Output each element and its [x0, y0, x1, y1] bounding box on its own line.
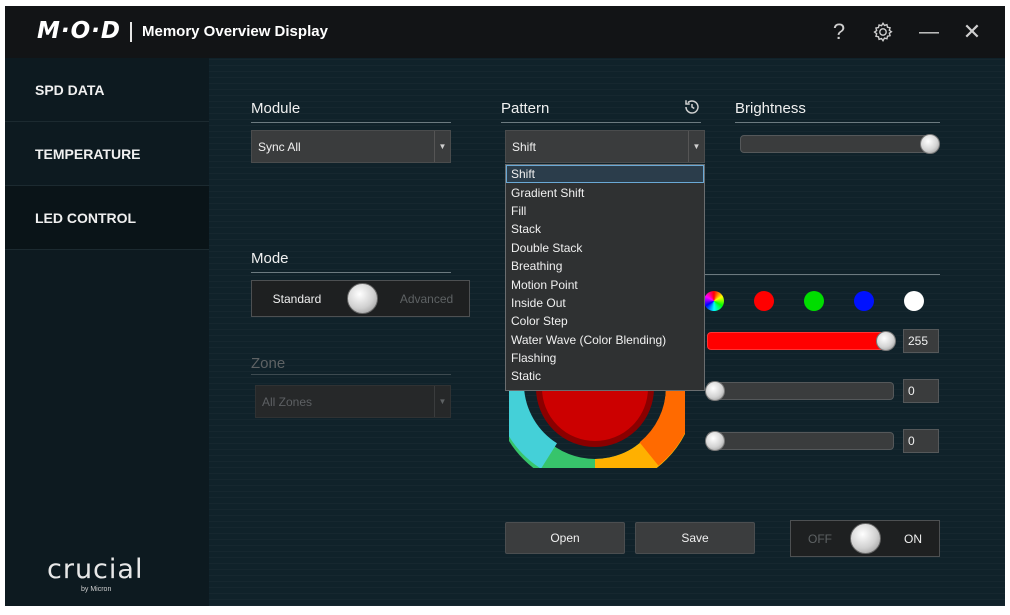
app-window: M·O·D Memory Overview Display ? — ✕ SPD …: [5, 6, 1005, 606]
crucial-logo-subtitle: by Micron: [81, 586, 112, 593]
pattern-option-breathing[interactable]: Breathing: [506, 257, 704, 275]
brightness-slider[interactable]: [740, 135, 935, 153]
white-swatch[interactable]: [904, 291, 924, 311]
pattern-option-inside-out[interactable]: Inside Out: [506, 294, 704, 312]
pattern-option-static[interactable]: Static: [506, 367, 704, 385]
pattern-option-stack[interactable]: Stack: [506, 220, 704, 238]
help-icon[interactable]: ?: [825, 18, 853, 46]
pattern-divider: [501, 122, 701, 123]
pattern-label: Pattern: [501, 100, 550, 117]
power-off-option[interactable]: OFF: [791, 521, 849, 556]
green-value-field[interactable]: 0: [903, 379, 939, 403]
pattern-option-water-wave[interactable]: Water Wave (Color Blending): [506, 331, 704, 349]
crucial-logo: crucial: [47, 554, 144, 585]
color-divider: [705, 274, 940, 275]
open-button[interactable]: Open: [505, 522, 625, 554]
zone-divider: [251, 374, 451, 375]
chevron-down-icon: ▼: [434, 131, 450, 162]
pattern-option-double-stack[interactable]: Double Stack: [506, 239, 704, 257]
history-icon[interactable]: [683, 98, 703, 118]
module-select-value: Sync All: [258, 139, 301, 154]
green-slider-handle[interactable]: [705, 381, 725, 401]
brightness-slider-handle[interactable]: [920, 134, 940, 154]
save-button[interactable]: Save: [635, 522, 755, 554]
red-slider-handle[interactable]: [876, 331, 896, 351]
blue-slider[interactable]: [707, 432, 894, 450]
red-value-field[interactable]: 255: [903, 329, 939, 353]
mode-label: Mode: [251, 250, 289, 267]
sidebar-item-label: LED CONTROL: [35, 209, 137, 226]
sidebar-item-label: TEMPERATURE: [35, 145, 141, 162]
sidebar-item-temperature[interactable]: TEMPERATURE: [5, 122, 209, 186]
close-icon[interactable]: ✕: [958, 18, 986, 46]
mode-standard-option[interactable]: Standard: [252, 281, 342, 316]
green-swatch[interactable]: [804, 291, 824, 311]
brightness-divider: [735, 122, 940, 123]
zone-select-value: All Zones: [262, 394, 313, 409]
pattern-option-motion-point[interactable]: Motion Point: [506, 275, 704, 293]
blue-slider-handle[interactable]: [705, 431, 725, 451]
module-select[interactable]: Sync All ▼: [251, 130, 451, 163]
zone-select[interactable]: All Zones ▼: [255, 385, 451, 418]
minimize-icon[interactable]: —: [915, 18, 943, 46]
title-separator: [130, 22, 132, 42]
app-title: Memory Overview Display: [142, 23, 328, 40]
chevron-down-icon: ▼: [688, 131, 704, 162]
sidebar-item-spd-data[interactable]: SPD DATA: [5, 58, 209, 122]
red-swatch[interactable]: [754, 291, 774, 311]
pattern-option-color-step[interactable]: Color Step: [506, 312, 704, 330]
mode-toggle-handle[interactable]: [347, 283, 378, 314]
pattern-option-fill[interactable]: Fill: [506, 202, 704, 220]
brightness-label: Brightness: [735, 100, 806, 117]
mode-advanced-option[interactable]: Advanced: [382, 281, 471, 316]
gear-icon[interactable]: [869, 18, 897, 46]
chevron-down-icon: ▼: [434, 386, 450, 417]
sidebar-item-led-control[interactable]: LED CONTROL: [5, 186, 209, 250]
pattern-select[interactable]: Shift ▼: [505, 130, 705, 163]
blue-value-field[interactable]: 0: [903, 429, 939, 453]
pattern-option-shift[interactable]: Shift: [506, 165, 704, 184]
sidebar-item-label: SPD DATA: [35, 81, 105, 98]
title-bar: M·O·D Memory Overview Display ? — ✕: [5, 6, 1005, 58]
sidebar: SPD DATA TEMPERATURE LED CONTROL crucial…: [5, 58, 209, 606]
mode-divider: [251, 272, 451, 273]
module-divider: [251, 122, 451, 123]
pattern-option-flashing[interactable]: Flashing: [506, 349, 704, 367]
zone-label: Zone: [251, 355, 286, 372]
pattern-dropdown-list: Shift Gradient Shift Fill Stack Double S…: [505, 164, 705, 391]
pattern-option-gradient-shift[interactable]: Gradient Shift: [506, 183, 704, 201]
app-logo: M·O·D: [37, 18, 122, 44]
rainbow-swatch[interactable]: [704, 291, 724, 311]
mode-toggle[interactable]: Standard Advanced: [251, 280, 470, 317]
power-toggle-handle[interactable]: [850, 523, 881, 554]
blue-swatch[interactable]: [854, 291, 874, 311]
led-control-panel: Module Sync All ▼ Pattern Shift ▼ Bright…: [209, 58, 1005, 606]
module-label: Module: [251, 100, 301, 117]
pattern-select-value: Shift: [512, 139, 537, 154]
red-slider[interactable]: [707, 332, 887, 350]
green-slider[interactable]: [707, 382, 894, 400]
power-toggle[interactable]: OFF ON: [790, 520, 940, 557]
power-on-option[interactable]: ON: [885, 521, 941, 556]
